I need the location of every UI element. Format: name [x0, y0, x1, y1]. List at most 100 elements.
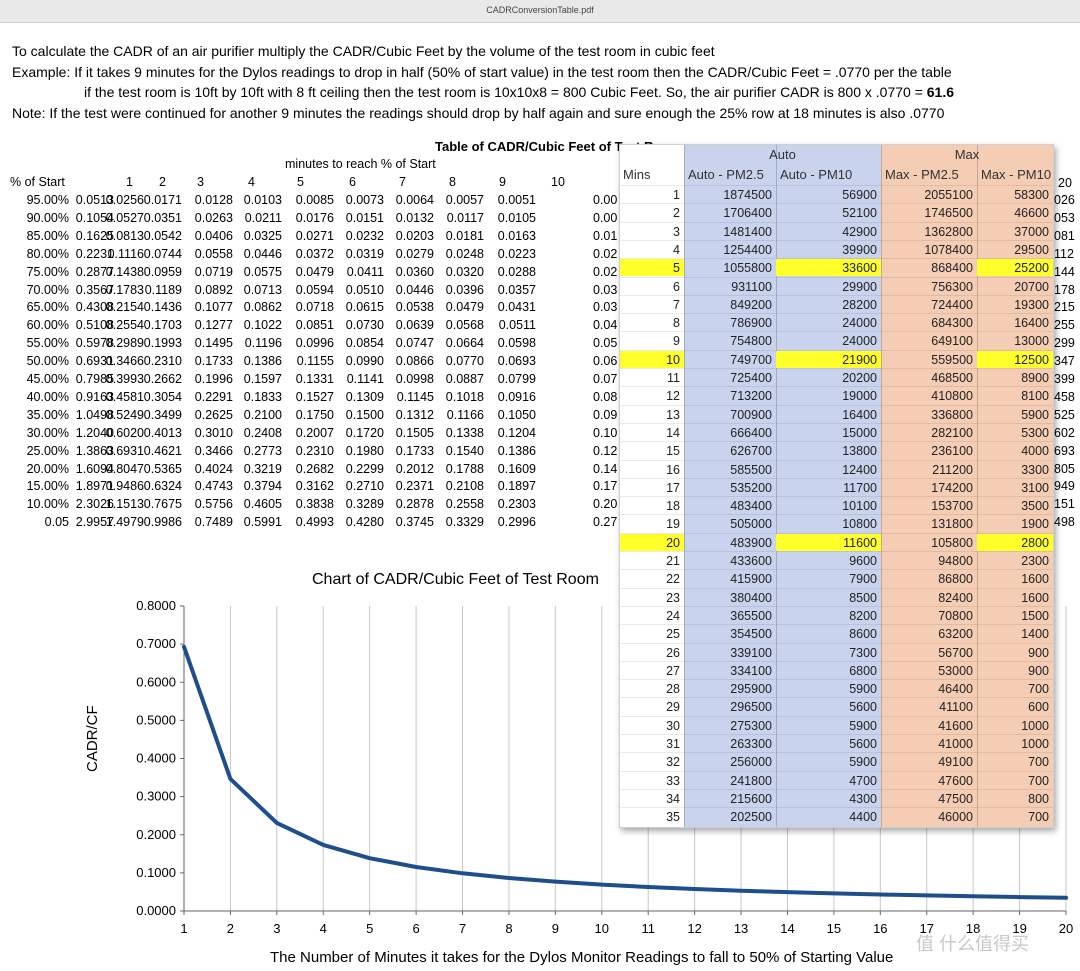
sheet-cell: 30	[666, 718, 680, 733]
sheet-cell: 8200	[849, 608, 877, 623]
sheet-cell: 749700	[730, 352, 772, 367]
sheet-cell: 211200	[932, 462, 973, 477]
sheet-cell: 29500	[1014, 242, 1049, 257]
sheet-cell: 15000	[842, 425, 877, 440]
sheet-cell: 5600	[849, 700, 877, 715]
sheet-cell: 10100	[842, 499, 877, 514]
sheet-cell: 12	[666, 389, 680, 404]
sheet-cell: 10800	[842, 517, 877, 532]
sheet-cell: 6800	[849, 663, 877, 678]
sheet-cell: 24	[666, 608, 680, 623]
sheet-cell: 63200	[938, 627, 973, 642]
sheet-row: 22 415900 7900 86800 1600	[620, 569, 1053, 588]
sheet-cell: 2	[673, 206, 680, 221]
sheet-cell: 483400	[730, 499, 772, 514]
sheet-cell: 12500	[1014, 352, 1049, 367]
sheet-cell: 58300	[1014, 188, 1049, 202]
chart-point	[693, 887, 697, 891]
sheet-cell: 9	[673, 334, 680, 349]
chart-point	[646, 885, 650, 889]
sheet-cell: 754800	[730, 334, 772, 349]
chart-point	[228, 777, 232, 781]
sheet-row: 17 535200 11700 174200 3100	[620, 477, 1053, 497]
sheet-row: 14 666400 15000 282100 5300	[620, 422, 1053, 442]
sheet-cell: 131800	[931, 517, 973, 532]
sheet-row: 11 725400 20200 468500 8900	[620, 368, 1053, 387]
sheet-cell: 42900	[842, 224, 877, 239]
sheet-cell: 585500	[730, 462, 772, 477]
sheet-cell: 275300	[730, 718, 772, 733]
sheet-cell: 5300	[1021, 425, 1049, 440]
sheet-cell: 53000	[938, 663, 973, 678]
sheet-cell: 666400	[730, 425, 772, 440]
chart-x-tick-label: 2	[227, 921, 234, 936]
chart-point	[275, 821, 279, 825]
sheet-cell: 1706400	[723, 206, 772, 221]
sheet-cell: 868400	[931, 261, 973, 276]
sheet-cell: 4000	[1021, 444, 1049, 459]
sheet-cell: 626700	[730, 444, 772, 459]
sheet-cell: 24000	[842, 316, 877, 331]
sheet-row: 5 1055800 33600 868400 25200	[620, 258, 1053, 277]
sheet-cell: 1055800	[723, 261, 772, 276]
sheet-cell: 10	[666, 352, 680, 367]
sheet-cell: 3300	[1021, 462, 1049, 477]
sheet-cell: 2055100	[924, 188, 973, 202]
sheet-cell: 7	[673, 297, 680, 312]
sheet-cell: 82400	[938, 590, 973, 605]
sheet-cell: 26	[666, 645, 680, 660]
chart-point	[553, 880, 557, 884]
sheet-cell: 725400	[730, 371, 772, 385]
sheet-cell: 174200	[931, 480, 973, 495]
group-header-max: Max	[954, 147, 980, 162]
sheet-cell: 21	[666, 554, 680, 568]
sheet-row: 19 505000 10800 131800 1900	[620, 514, 1053, 533]
chart-point	[1064, 896, 1068, 900]
sheet-cell: 900	[1028, 663, 1049, 678]
sheet-cell: 724400	[931, 297, 973, 312]
sheet-cell: 700	[1028, 810, 1049, 825]
sheet-cell: 684300	[931, 316, 973, 331]
sheet-cell: 1600	[1021, 572, 1049, 587]
spreadsheet-window[interactable]: Auto Max Mins Auto - PM2.5 Auto - PM10 Max - …	[619, 144, 1054, 828]
sheet-cell: 41100	[939, 700, 973, 715]
sheet-row: 7 849200 28200 724400 19300	[620, 294, 1053, 314]
chart-y-tick-label: 0.8000	[136, 598, 176, 613]
sheet-row: 3 1481400 42900 1362800 37000	[620, 221, 1053, 241]
sheet-cell: 700900	[730, 407, 772, 422]
chart-point	[878, 892, 882, 896]
chart-point	[507, 876, 511, 880]
sheet-row: 6 931100 29900 756300 20700	[620, 276, 1053, 296]
sheet-cell: 559500	[931, 352, 973, 367]
sheet-cell: 94800	[938, 554, 973, 568]
sheet-row: 28 295900 5900 46400 700	[620, 679, 1053, 698]
column-header: Max - PM2.5	[885, 167, 959, 182]
chart-title: Chart of CADR/Cubic Feet of Test Room	[312, 571, 599, 588]
sheet-cell: 263300	[730, 737, 772, 751]
sheet-cell: 700	[1028, 773, 1049, 788]
sheet-cell: 16400	[842, 407, 877, 422]
sheet-cell: 1	[673, 188, 680, 202]
sheet-cell: 17	[666, 480, 680, 495]
sheet-cell: 46600	[1014, 206, 1049, 221]
sheet-cell: 33	[666, 773, 680, 788]
sheet-cell: 334100	[730, 663, 772, 678]
sheet-cell: 1874500	[723, 188, 772, 202]
chart-y-tick-label: 0.2000	[136, 827, 176, 842]
sheet-row: 21 433600 9600 94800 2300	[620, 551, 1053, 570]
sheet-cell: 931100	[731, 279, 772, 294]
sheet-cell: 28	[666, 682, 680, 697]
sheet-cell: 649100	[931, 334, 973, 349]
sheet-cell: 700	[1028, 682, 1049, 697]
sheet-cell: 380400	[730, 590, 772, 605]
sheet-cell: 14	[666, 425, 680, 440]
sheet-cell: 15	[666, 444, 680, 459]
chart-point	[925, 893, 929, 897]
sheet-cell: 11	[667, 371, 680, 385]
column-header: Auto - PM2.5	[688, 167, 764, 182]
chart-point	[785, 890, 789, 894]
chart-x-tick-label: 11	[641, 921, 655, 936]
chart-x-tick-label: 12	[687, 921, 701, 936]
sheet-cell: 3100	[1021, 480, 1049, 495]
sheet-cell: 202500	[730, 810, 772, 825]
